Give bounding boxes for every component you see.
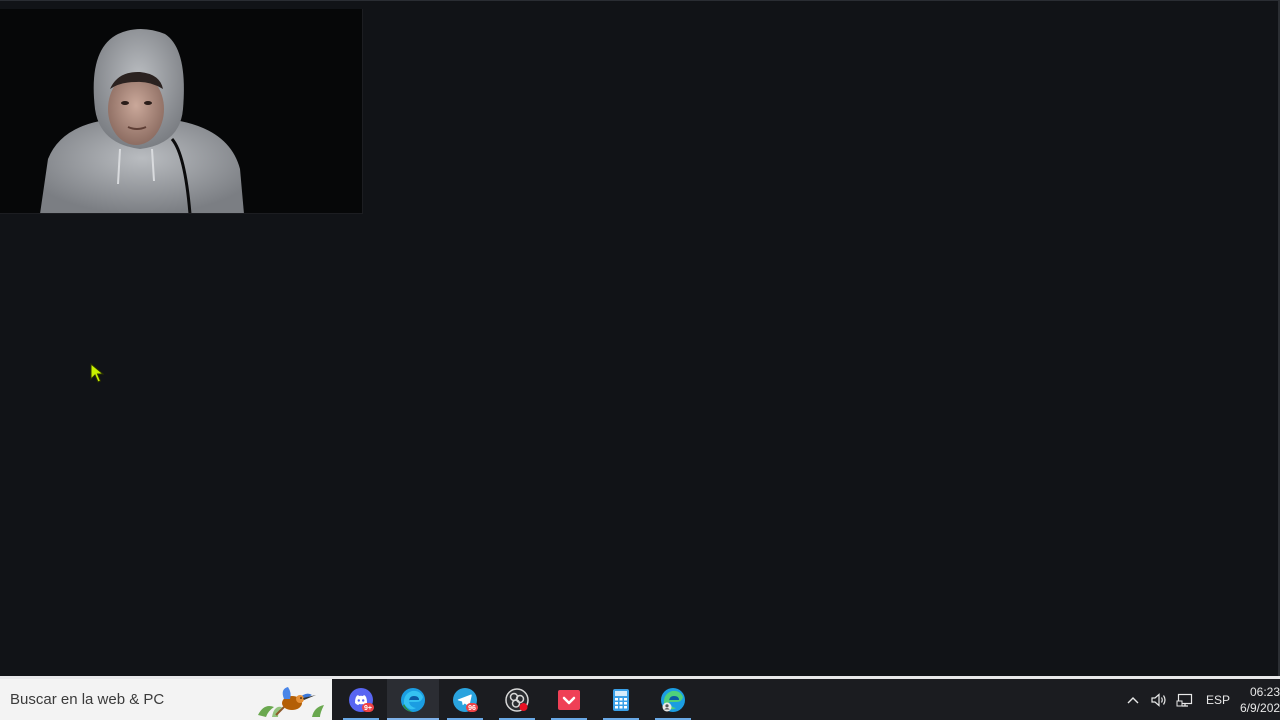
mouse-cursor-icon (90, 363, 104, 383)
discord-taskbar-button[interactable]: 9+ (335, 679, 387, 720)
telegram-icon: 96 (453, 687, 478, 712)
clock-time: 06:23 (1249, 684, 1280, 699)
telegram-badge: 96 (468, 705, 476, 712)
screen-top-edge (0, 0, 1280, 1)
search-placeholder: Buscar en la web & PC (10, 691, 165, 708)
pinned-apps: 9+ 96 (335, 679, 699, 720)
webcam-overlay (0, 9, 363, 214)
telegram-taskbar-button[interactable]: 96 (439, 679, 491, 720)
discord-icon: 9+ (349, 687, 374, 712)
volume-button[interactable] (1146, 679, 1172, 720)
edge-icon (401, 687, 425, 712)
webcam-person-image (0, 9, 362, 213)
hummingbird-illustration-icon (258, 687, 324, 717)
speaker-icon (1151, 692, 1166, 707)
edge-profile-taskbar-button[interactable] (647, 679, 699, 720)
edge-taskbar-button[interactable] (387, 679, 439, 720)
show-hidden-icons-button[interactable] (1120, 679, 1146, 720)
taskbar-clock[interactable]: 06:23 6/9/202 (1240, 684, 1280, 716)
obs-taskbar-button[interactable] (491, 679, 543, 720)
obs-studio-icon (505, 687, 529, 712)
system-tray: ESP 06:23 6/9/202 (1120, 679, 1280, 720)
desktop (0, 0, 1280, 676)
calculator-taskbar-button[interactable] (595, 679, 647, 720)
taskbar: Buscar en la web & PC 9+ 96 ESP 06:23 6/… (0, 676, 1280, 720)
chevron-up-icon (1127, 696, 1139, 703)
calculator-icon (613, 688, 629, 711)
discord-badge: 9+ (364, 705, 372, 712)
pocket-taskbar-button[interactable] (543, 679, 595, 720)
network-button[interactable] (1172, 679, 1198, 720)
input-language-indicator[interactable]: ESP (1206, 693, 1230, 707)
pocket-icon (558, 689, 580, 710)
search-box[interactable]: Buscar en la web & PC (0, 679, 332, 720)
network-ethernet-icon (1176, 693, 1193, 707)
edge-profile-icon (661, 687, 685, 712)
clock-date: 6/9/202 (1240, 700, 1280, 715)
